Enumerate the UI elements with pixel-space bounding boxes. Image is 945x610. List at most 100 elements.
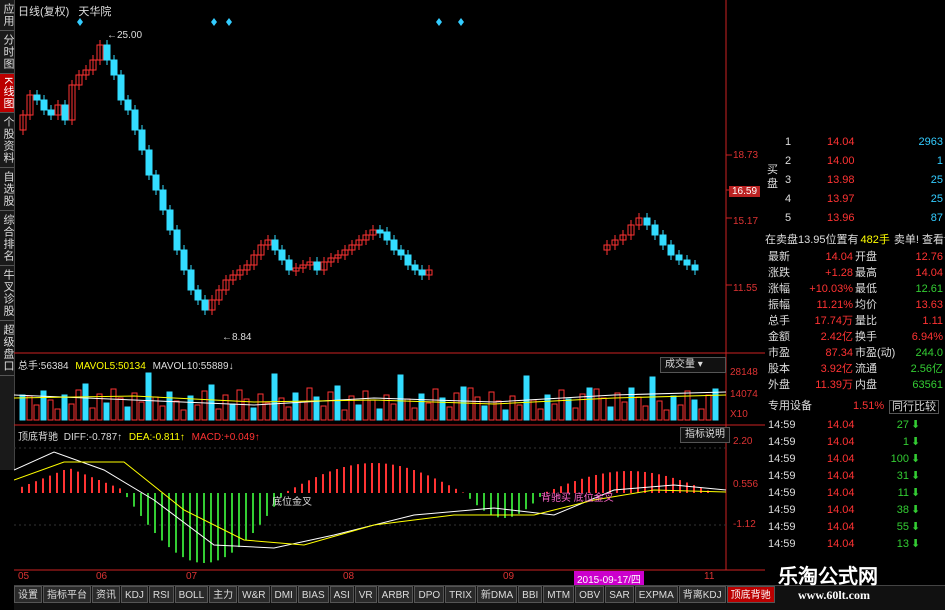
candle (145, 149, 153, 176)
indicator-tab-16[interactable]: BBI (518, 586, 543, 603)
volume-bar (320, 405, 327, 421)
volume-bar (488, 391, 495, 421)
candle (194, 289, 202, 301)
volume-bar (222, 394, 229, 421)
side-tab-7[interactable]: 超级盘口 (0, 321, 14, 377)
candle (675, 254, 683, 261)
candle (383, 231, 391, 241)
volume-bar (285, 406, 292, 421)
candle (201, 299, 209, 311)
indicator-tab-14[interactable]: TRIX (445, 586, 476, 603)
volume-bar (250, 407, 257, 421)
side-tab-5[interactable]: 综合排名 (0, 211, 14, 267)
quote-row: 振幅 11.21% 均价 13.63 (768, 299, 943, 311)
indicator-tab-10[interactable]: ASI (329, 586, 354, 603)
candle (103, 44, 111, 61)
tick-row: 14:59 14.04 11 ⬇ (768, 487, 921, 499)
quote-row: 金额 2.42亿 换手 6.94% (768, 331, 943, 343)
volume-axis-label: 14074 (730, 389, 758, 400)
volume-bar (635, 396, 642, 421)
indicator-tab-7[interactable]: W&R (238, 586, 270, 603)
volume-bar (292, 392, 299, 421)
candle (313, 261, 321, 271)
quote-row: 涨跌 +1.28 最高 14.04 (768, 267, 943, 279)
tick-row: 14:59 14.04 13 ⬇ (768, 538, 921, 550)
side-tab-0[interactable]: 应用 (0, 0, 14, 31)
volume-bar (537, 408, 544, 421)
volume-bar (33, 404, 40, 421)
indicator-tab-20[interactable]: EXPMA (634, 586, 678, 603)
sector-compare-button[interactable]: 同行比较 (889, 400, 939, 414)
side-tab-4[interactable]: 自选股 (0, 168, 14, 212)
macd-diff-line (14, 451, 727, 549)
volume-bar (103, 402, 110, 421)
indicator-tab-3[interactable]: KDJ (121, 586, 148, 603)
chart-period-label: 日线(复权) (18, 6, 70, 18)
indicator-tab-9[interactable]: BIAS (297, 586, 329, 603)
indicator-tab-1[interactable]: 指标平台 (43, 586, 91, 603)
indicator-tab-5[interactable]: BOLL (174, 586, 209, 603)
indicator-tab-17[interactable]: MTM (543, 586, 575, 603)
side-tab-1[interactable]: 分时图 (0, 31, 14, 74)
indicator-help-button[interactable]: 指标说明 (680, 427, 730, 443)
indicator-tab-4[interactable]: RSI (148, 586, 174, 603)
volume-bar (516, 404, 523, 421)
volume-bar (663, 409, 670, 421)
time-axis-label: 05 (18, 571, 30, 582)
volume-bar (642, 405, 649, 421)
indicator-tab-19[interactable]: SAR (605, 586, 634, 603)
quote-row: 股本 3.92亿 流通 2.56亿 (768, 363, 943, 375)
volume-bar (572, 407, 579, 421)
volume-bar (82, 383, 89, 421)
side-tab-strip: 应用 分时图 K线图 个股资料 自选股 综合排名 牛叉诊股 超级盘口 (0, 0, 15, 470)
candle (124, 99, 132, 111)
side-tab-6[interactable]: 牛叉诊股 (0, 266, 14, 322)
volume-bar (439, 397, 446, 421)
volume-bar (376, 408, 383, 421)
quote-row: 外盘 11.39万 内盘 63561 (768, 379, 943, 391)
sector-row: 专用设备 1.51% 同行比较 (765, 399, 945, 414)
volume-bar (432, 388, 439, 421)
volume-bar (138, 401, 145, 421)
order-notice: 在卖盘13.95位置有482手卖单! 查看详细 (765, 234, 945, 246)
volume-bar (341, 409, 348, 421)
tick-row: 14:59 14.04 31 ⬇ (768, 470, 921, 482)
volume-bar (355, 404, 362, 421)
volume-bar (565, 398, 572, 421)
indicator-tab-15[interactable]: 新DMA (476, 586, 518, 603)
macd-axis-label: 0.556 (733, 479, 759, 490)
indicator-tab-12[interactable]: ARBR (377, 586, 414, 603)
macd-divergence-annotation: 背驰买 底位金叉 (541, 493, 614, 504)
signal-diamond-icon (458, 18, 464, 26)
volume-bar (166, 391, 173, 421)
volume-bar (110, 388, 117, 421)
indicator-tab-22[interactable]: 顶底背驰 (726, 586, 775, 603)
signal-diamond-icon (211, 18, 217, 26)
indicator-tab-18[interactable]: OBV (575, 586, 605, 603)
volume-bar (649, 376, 656, 421)
indicator-tab-0[interactable]: 设置 (14, 586, 42, 603)
candle (271, 239, 279, 251)
chart-canvas[interactable] (14, 0, 765, 585)
indicator-tab-21[interactable]: 背离KDJ (678, 586, 726, 603)
candle (683, 259, 691, 266)
quote-row: 总手 17.74万 量比 1.11 (768, 315, 943, 327)
side-tab-3[interactable]: 个股资料 (0, 113, 14, 169)
candle (691, 264, 699, 271)
volume-axis-label: X10 (730, 409, 748, 420)
candle (659, 234, 667, 246)
indicator-tab-13[interactable]: DPO (414, 586, 445, 603)
time-axis: 05 06 07 08 09 2015-09-17/四 11 (0, 571, 760, 586)
candle (110, 59, 118, 76)
volume-indicator-dropdown[interactable]: 成交量 ▾ (660, 357, 726, 373)
volume-bar (117, 397, 124, 421)
candle (117, 74, 125, 101)
indicator-tab-6[interactable]: 主力 (209, 586, 238, 603)
indicator-tab-11[interactable]: VR (354, 586, 377, 603)
side-tab-2[interactable]: K线图 (0, 74, 14, 114)
candle (180, 249, 188, 271)
indicator-tab-8[interactable]: DMI (270, 586, 297, 603)
indicator-tab-2[interactable]: 资讯 (92, 586, 120, 603)
volume-bar (327, 391, 334, 421)
volume-bar (75, 389, 82, 421)
